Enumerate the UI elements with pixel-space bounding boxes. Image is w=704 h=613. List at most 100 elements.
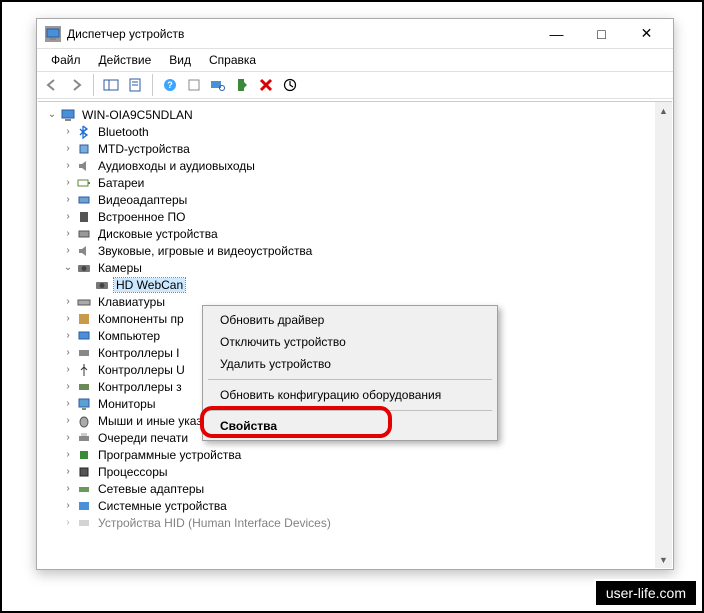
tree-root[interactable]: ⌄ WIN-OIA9C5NDLAN [38,106,655,123]
chevron-right-icon[interactable]: › [60,194,76,205]
context-menu: Обновить драйвер Отключить устройство Уд… [202,305,498,441]
chevron-right-icon[interactable]: › [60,330,76,341]
hid-icon [76,515,92,531]
camera-icon [76,260,92,276]
tree-item-cameras[interactable]: ⌄Камеры [38,259,655,276]
tree-item-audio-io[interactable]: ›Аудиовходы и аудиовыходы [38,157,655,174]
vertical-scrollbar[interactable]: ▲ ▼ [655,102,672,568]
enable-device-button[interactable] [231,74,253,96]
minimize-button[interactable]: — [534,19,579,48]
system-device-icon [76,498,92,514]
controller-icon [76,345,92,361]
chevron-right-icon[interactable]: › [60,364,76,375]
tree-item-bluetooth[interactable]: ›Bluetooth [38,123,655,140]
chevron-right-icon[interactable]: › [60,466,76,477]
monitor-icon [76,396,92,412]
toolbar-separator [93,74,94,96]
context-menu-disable-device[interactable]: Отключить устройство [206,331,494,353]
tree-item-firmware[interactable]: ›Встроенное ПО [38,208,655,225]
toolbar: ? [37,71,673,99]
storage-controller-icon [76,379,92,395]
chevron-right-icon[interactable]: › [60,517,76,528]
watermark: user-life.com [594,579,698,607]
software-device-icon [76,447,92,463]
update-driver-button[interactable] [279,74,301,96]
close-button[interactable]: ✕ [624,19,669,48]
menu-help[interactable]: Справка [201,51,264,69]
chevron-down-icon[interactable]: ⌄ [44,109,60,120]
titlebar: Диспетчер устройств — □ ✕ [37,19,673,49]
battery-icon [76,175,92,191]
display-adapter-icon [76,192,92,208]
tree-item-batteries[interactable]: ›Батареи [38,174,655,191]
context-menu-properties[interactable]: Свойства [206,415,494,437]
mouse-icon [76,413,92,429]
context-menu-separator [208,379,492,380]
chevron-right-icon[interactable]: › [60,296,76,307]
app-icon [45,26,61,42]
help-button[interactable]: ? [159,74,181,96]
component-icon [76,311,92,327]
chevron-right-icon[interactable]: › [60,126,76,137]
properties-button[interactable] [124,74,146,96]
scan-hardware-button[interactable] [207,74,229,96]
device-manager-window: Диспетчер устройств — □ ✕ Файл Действие … [36,18,674,570]
tree-item-display-adapters[interactable]: ›Видеоадаптеры [38,191,655,208]
context-menu-scan-hardware[interactable]: Обновить конфигурацию оборудования [206,384,494,406]
chevron-down-icon[interactable]: ⌄ [60,262,76,273]
tree-item-processors[interactable]: ›Процессоры [38,463,655,480]
disk-icon [76,226,92,242]
bluetooth-icon [76,124,92,140]
window-title: Диспетчер устройств [67,27,534,41]
chevron-right-icon[interactable]: › [60,143,76,154]
chevron-right-icon[interactable]: › [60,313,76,324]
tree-item-hd-webcam[interactable]: HD WebCan [38,276,655,293]
scroll-down-icon[interactable]: ▼ [655,551,672,568]
chevron-right-icon[interactable]: › [60,381,76,392]
chevron-right-icon[interactable]: › [60,177,76,188]
chevron-right-icon[interactable]: › [60,432,76,443]
back-button[interactable] [41,74,63,96]
context-menu-uninstall-device[interactable]: Удалить устройство [206,353,494,375]
chevron-right-icon[interactable]: › [60,483,76,494]
toolbar-separator [152,74,153,96]
chevron-right-icon[interactable]: › [60,228,76,239]
chevron-right-icon[interactable]: › [60,245,76,256]
forward-button[interactable] [65,74,87,96]
tree-item-software-devices[interactable]: ›Программные устройства [38,446,655,463]
chevron-right-icon[interactable]: › [60,160,76,171]
menubar: Файл Действие Вид Справка [37,49,673,71]
tree-item-sound-game-video[interactable]: ›Звуковые, игровые и видеоустройства [38,242,655,259]
firmware-icon [76,209,92,225]
tree-item-hid[interactable]: ›Устройства HID (Human Interface Devices… [38,514,655,531]
chevron-right-icon[interactable]: › [60,398,76,409]
chevron-right-icon[interactable]: › [60,211,76,222]
printer-icon [76,430,92,446]
chevron-right-icon[interactable]: › [60,415,76,426]
selected-device-label: HD WebCan [114,278,185,292]
show-hide-tree-button[interactable] [100,74,122,96]
uninstall-device-button[interactable] [255,74,277,96]
menu-view[interactable]: Вид [161,51,199,69]
menu-file[interactable]: Файл [43,51,89,69]
maximize-button[interactable]: □ [579,19,624,48]
chevron-right-icon[interactable]: › [60,347,76,358]
action-button[interactable] [183,74,205,96]
processor-icon [76,464,92,480]
usb-icon [76,362,92,378]
tree-item-disk-drives[interactable]: ›Дисковые устройства [38,225,655,242]
tree-item-network-adapters[interactable]: ›Сетевые адаптеры [38,480,655,497]
menu-action[interactable]: Действие [91,51,160,69]
network-icon [76,481,92,497]
scroll-up-icon[interactable]: ▲ [655,102,672,119]
tree-item-mtd[interactable]: ›MTD-устройства [38,140,655,157]
context-menu-update-driver[interactable]: Обновить драйвер [206,309,494,331]
chip-icon [76,141,92,157]
audio-icon [76,158,92,174]
tree-item-system-devices[interactable]: ›Системные устройства [38,497,655,514]
computer-icon [60,107,76,123]
chevron-right-icon[interactable]: › [60,449,76,460]
svg-text:?: ? [167,80,173,90]
context-menu-separator [208,410,492,411]
chevron-right-icon[interactable]: › [60,500,76,511]
